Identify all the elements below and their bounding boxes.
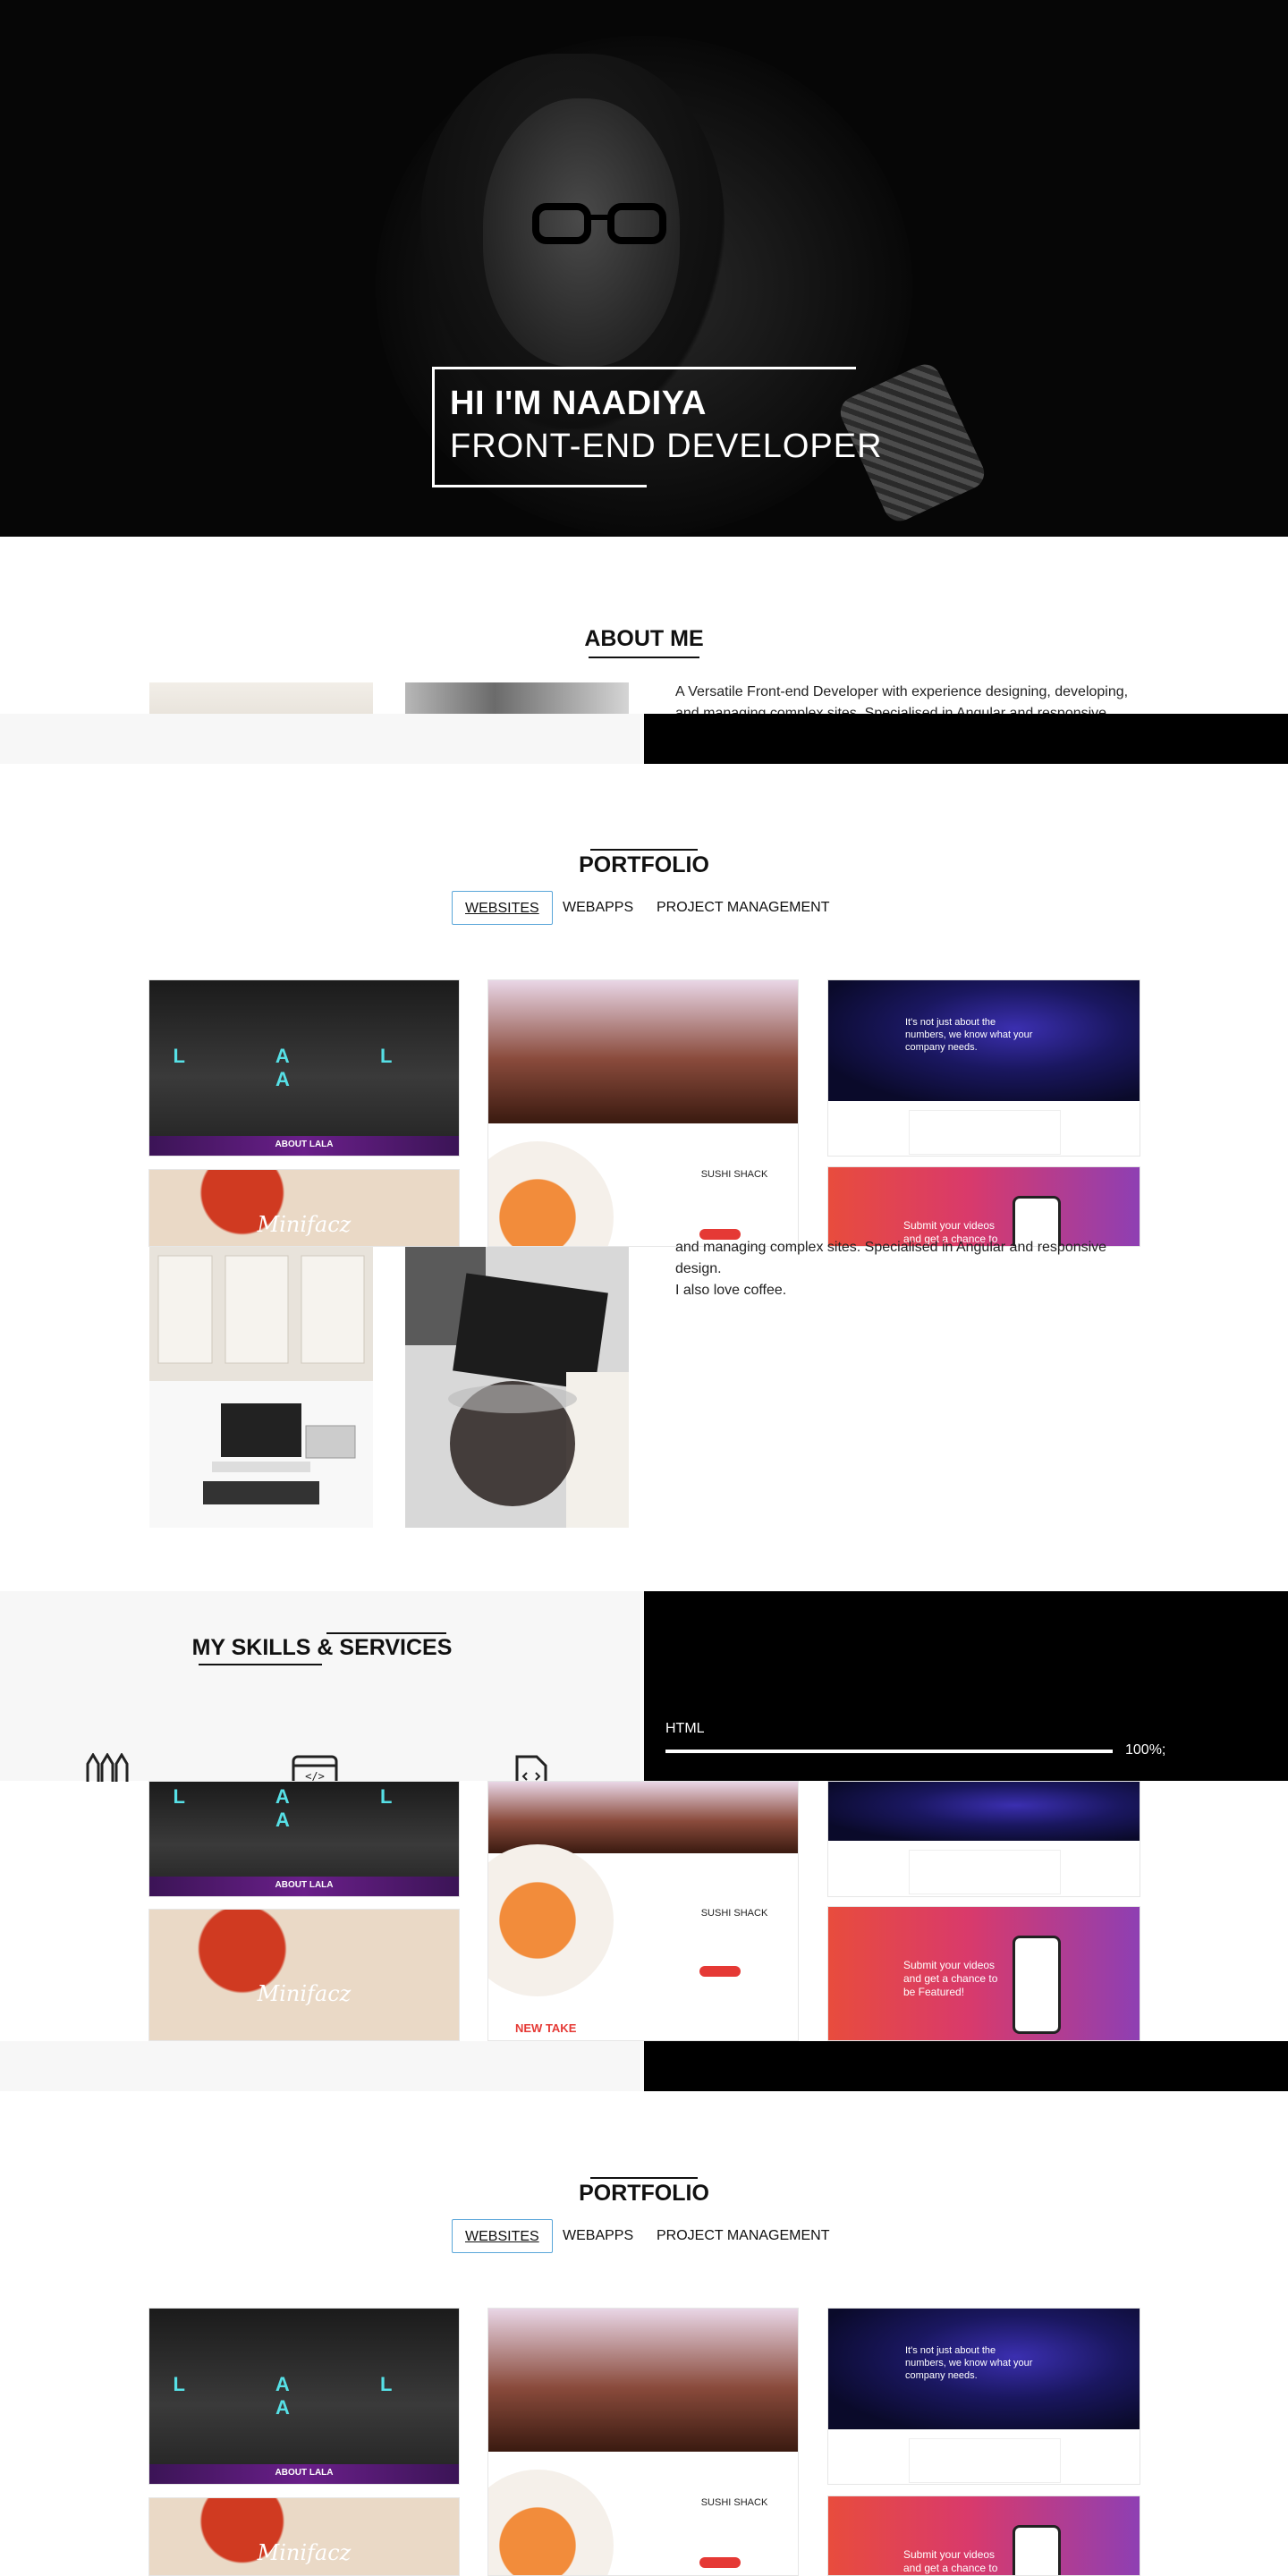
portfolio-card-minifacz-3[interactable]: Minifacz <box>148 2497 460 2576</box>
hero-name: HI I'M NAADIYA <box>450 385 707 422</box>
portfolio-card-lala-repeat[interactable]: L A L A ABOUT LALA <box>148 1781 460 1897</box>
portfolio-card-sushi-shack-repeat[interactable]: SUSHI SHACK NEW TAKE <box>487 1781 799 2041</box>
skill-value-html: 100%; <box>1125 1742 1166 1758</box>
portfolio-card-submit-videos-3[interactable]: Submit your videos and get a chance to b… <box>827 2496 1140 2576</box>
about-photo-desk-full <box>149 1247 373 1528</box>
portfolio-title-underline <box>590 849 698 851</box>
hero-banner: HI I'M NAADIYA FRONT-END DEVELOPER <box>0 0 1288 537</box>
skill-label-html: HTML <box>665 1721 705 1736</box>
skill-bar-fill <box>665 1750 1113 1753</box>
portfolio-card-submit-videos[interactable]: Submit your videos and get a chance to b… <box>827 1166 1140 1247</box>
portfolio-title: PORTFOLIO <box>555 849 733 878</box>
skills-title-underline-left <box>199 1664 322 1665</box>
skills-title-underline-right <box>326 1632 446 1634</box>
coffee-glass-illustration <box>405 1247 629 1528</box>
section-strip-black-2 <box>644 2041 1288 2091</box>
section-strip-black <box>644 714 1288 764</box>
skill-bar-track <box>665 1750 1113 1753</box>
about-title-underline <box>589 657 699 658</box>
section-strip-grey-2 <box>0 2041 644 2091</box>
pencils-icon <box>86 1753 129 1782</box>
document-icon <box>515 1755 547 1782</box>
about-photo-desk <box>149 682 373 714</box>
code-window-icon: </> <box>292 1755 338 1782</box>
portfolio-card-network-repeat[interactable] <box>827 1781 1140 1897</box>
about-photo-coffee <box>405 682 629 714</box>
about-title: ABOUT ME <box>555 626 733 658</box>
portfolio-card-minifacz-repeat[interactable]: Minifacz <box>148 1909 460 2041</box>
tab-websites-repeat[interactable]: WEBSITES <box>452 2219 553 2253</box>
portfolio-card-submit-videos-repeat[interactable]: Submit your videos and get a chance to b… <box>827 1906 1140 2041</box>
section-strip-grey <box>0 714 644 764</box>
about-text: A Versatile Front-end Developer with exp… <box>675 684 1129 714</box>
portfolio-card-sushi-shack-3[interactable]: SUSHI SHACK <box>487 2308 799 2576</box>
about-photo-coffee-full <box>405 1247 629 1528</box>
portfolio-card-network-3[interactable]: It's not just about the numbers, we know… <box>827 2308 1140 2485</box>
tab-websites[interactable]: WEBSITES <box>452 891 553 925</box>
portfolio-card-network[interactable]: It's not just about the numbers, we know… <box>827 979 1140 1157</box>
portfolio-card-minifacz[interactable]: Minifacz <box>148 1169 460 1247</box>
hero-role: FRONT-END DEVELOPER <box>450 428 883 465</box>
tab-webapps[interactable]: WEBAPPS <box>550 891 646 925</box>
tab-project-management[interactable]: PROJECT MANAGEMENT <box>644 891 843 925</box>
portfolio-card-lala[interactable]: L A L A ABOUT LALA <box>148 979 460 1157</box>
hero-title-frame-underline <box>432 485 647 487</box>
desk-illustration <box>149 1247 373 1528</box>
glasses-icon <box>532 203 666 244</box>
portfolio-card-sushi-shack[interactable]: SUSHI SHACK <box>487 979 799 1247</box>
about-text-full: and managing complex sites. Specialised … <box>675 1240 1107 1298</box>
skills-title: MY SKILLS & SERVICES <box>179 1632 465 1665</box>
portfolio-title-repeat: PORTFOLIO <box>555 2177 733 2207</box>
tab-webapps-repeat[interactable]: WEBAPPS <box>550 2219 646 2253</box>
portfolio-card-lala-3[interactable]: L A L A ABOUT LALA <box>148 2308 460 2485</box>
tab-project-management-repeat[interactable]: PROJECT MANAGEMENT <box>644 2219 843 2253</box>
